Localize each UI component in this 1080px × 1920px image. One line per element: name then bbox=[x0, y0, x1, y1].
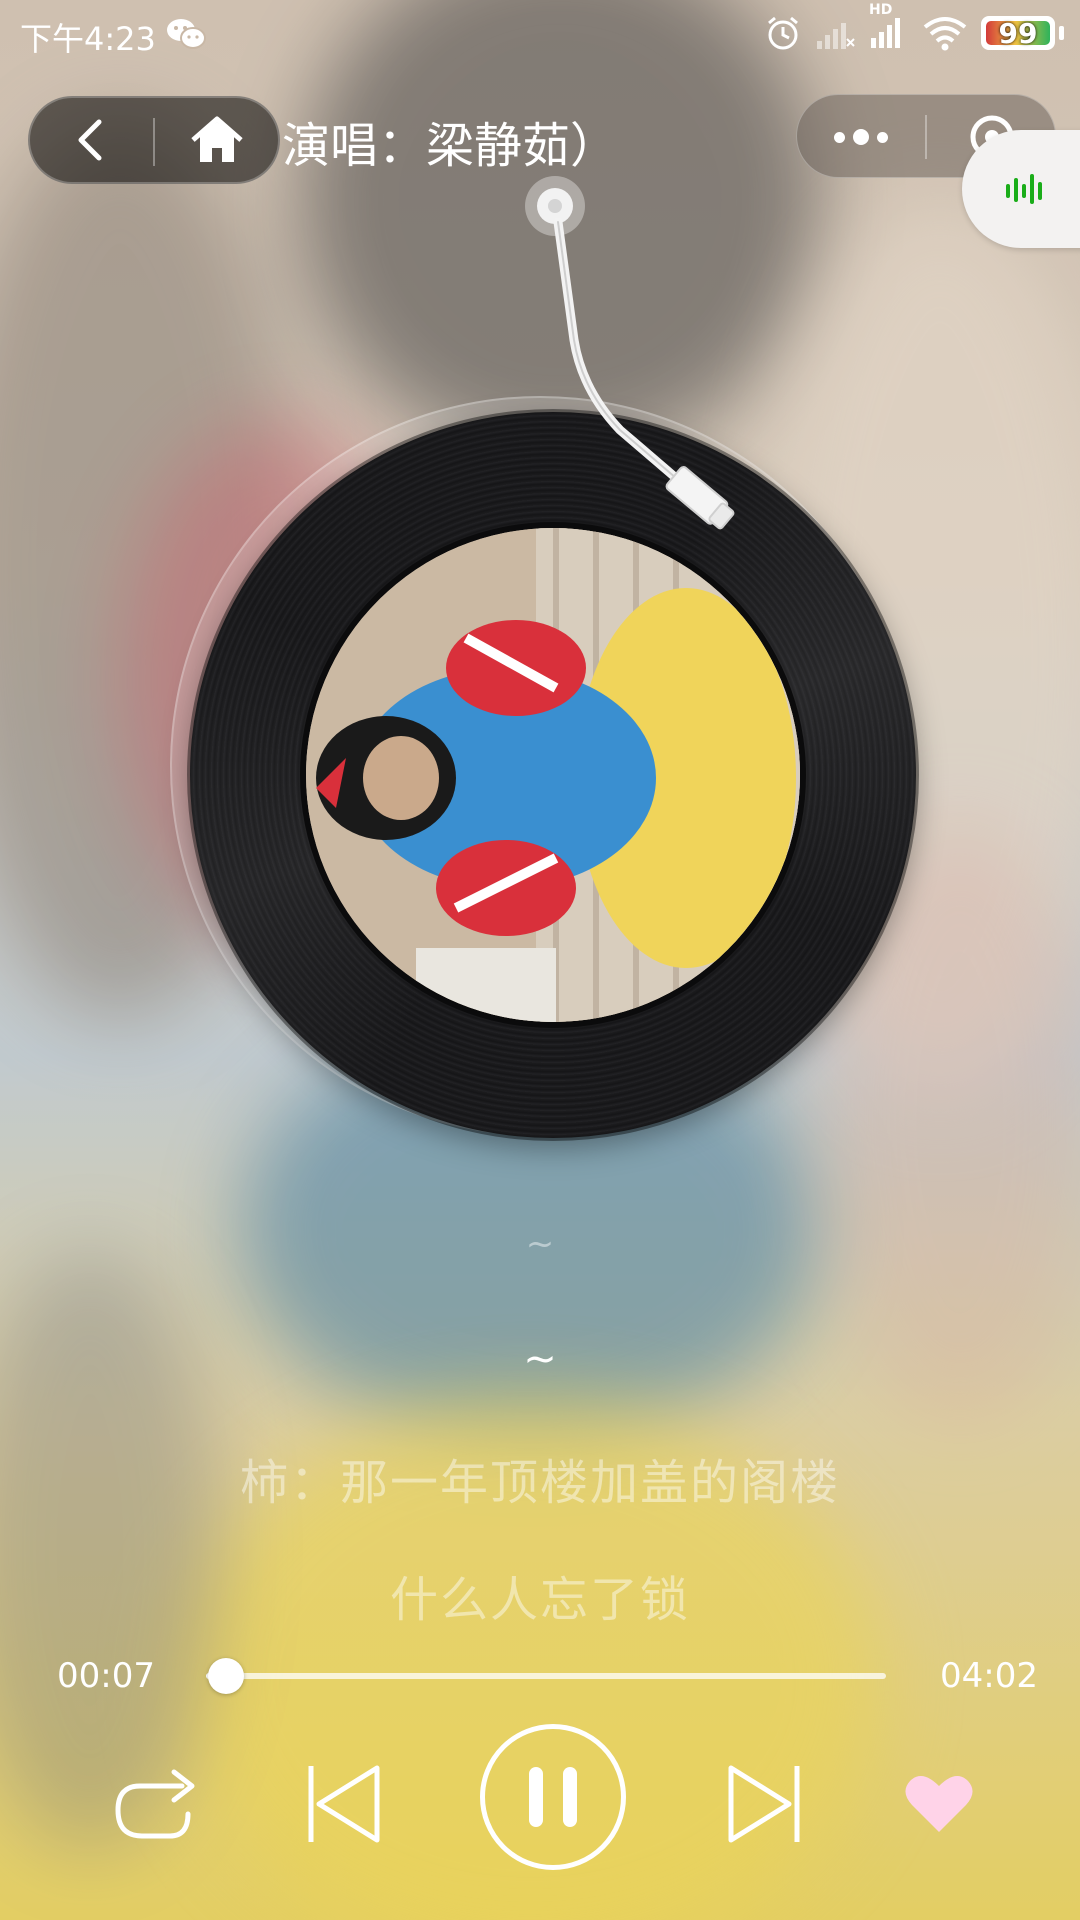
alarm-icon bbox=[768, 16, 798, 50]
nav-capsule bbox=[28, 96, 280, 184]
signal-off-icon bbox=[817, 23, 855, 49]
pause-icon bbox=[529, 1767, 577, 1827]
repeat-icon bbox=[115, 1769, 195, 1839]
album-cover-image bbox=[306, 528, 800, 1022]
hd-signal: HD bbox=[869, 2, 909, 52]
signal-icon bbox=[871, 18, 900, 48]
total-time: 04:02 bbox=[940, 1656, 1038, 1696]
wifi-icon bbox=[923, 17, 967, 51]
status-bar: 下午4:23 HD 99 bbox=[0, 0, 1080, 72]
battery-percent: 99 bbox=[998, 17, 1038, 50]
lyric-line-next: 什么人忘了锁 bbox=[389, 1572, 690, 1628]
skip-next-icon bbox=[728, 1765, 800, 1843]
lyric-line-previous-2: ~ bbox=[525, 1224, 555, 1264]
battery-tip bbox=[1059, 26, 1064, 40]
music-player-screen: 下午4:23 HD 99 演唱：梁静茹） ~ ~ 柿：那一年顶楼加盖的阁楼 什么… bbox=[0, 0, 1080, 1920]
back-button[interactable] bbox=[30, 98, 152, 182]
progress-knob[interactable] bbox=[207, 1658, 244, 1694]
lyric-line-previous: ~ bbox=[523, 1336, 557, 1382]
skip-previous-icon bbox=[308, 1765, 380, 1843]
like-button[interactable] bbox=[900, 1766, 978, 1840]
home-button[interactable] bbox=[156, 98, 278, 182]
repeat-button[interactable] bbox=[106, 1756, 206, 1856]
current-time: 00:07 bbox=[57, 1656, 155, 1696]
page-title: 演唱：梁静茹） bbox=[282, 118, 619, 174]
wechat-icon bbox=[167, 19, 206, 49]
previous-button[interactable] bbox=[296, 1752, 392, 1856]
chevron-left-icon bbox=[78, 119, 102, 161]
battery-icon: 99 bbox=[981, 16, 1055, 50]
album-cover bbox=[306, 528, 800, 1022]
status-time: 下午4:23 bbox=[20, 20, 156, 58]
play-pause-button[interactable] bbox=[480, 1724, 626, 1870]
nav-divider bbox=[153, 118, 155, 166]
more-dot bbox=[853, 129, 869, 145]
progress-slider[interactable] bbox=[206, 1658, 886, 1694]
status-icons: HD 99 bbox=[765, 2, 1064, 52]
home-icon bbox=[191, 116, 243, 162]
more-button[interactable] bbox=[797, 95, 925, 179]
lyric-line-current: 柿：那一年顶楼加盖的阁楼 bbox=[239, 1455, 840, 1511]
more-dot bbox=[877, 131, 888, 143]
more-dot bbox=[834, 131, 845, 143]
floating-audio-tab[interactable] bbox=[962, 130, 1080, 248]
audio-wave-icon bbox=[1006, 174, 1042, 204]
next-button[interactable] bbox=[716, 1752, 812, 1856]
network-label: HD bbox=[869, 2, 893, 18]
heart-icon bbox=[905, 1776, 973, 1832]
